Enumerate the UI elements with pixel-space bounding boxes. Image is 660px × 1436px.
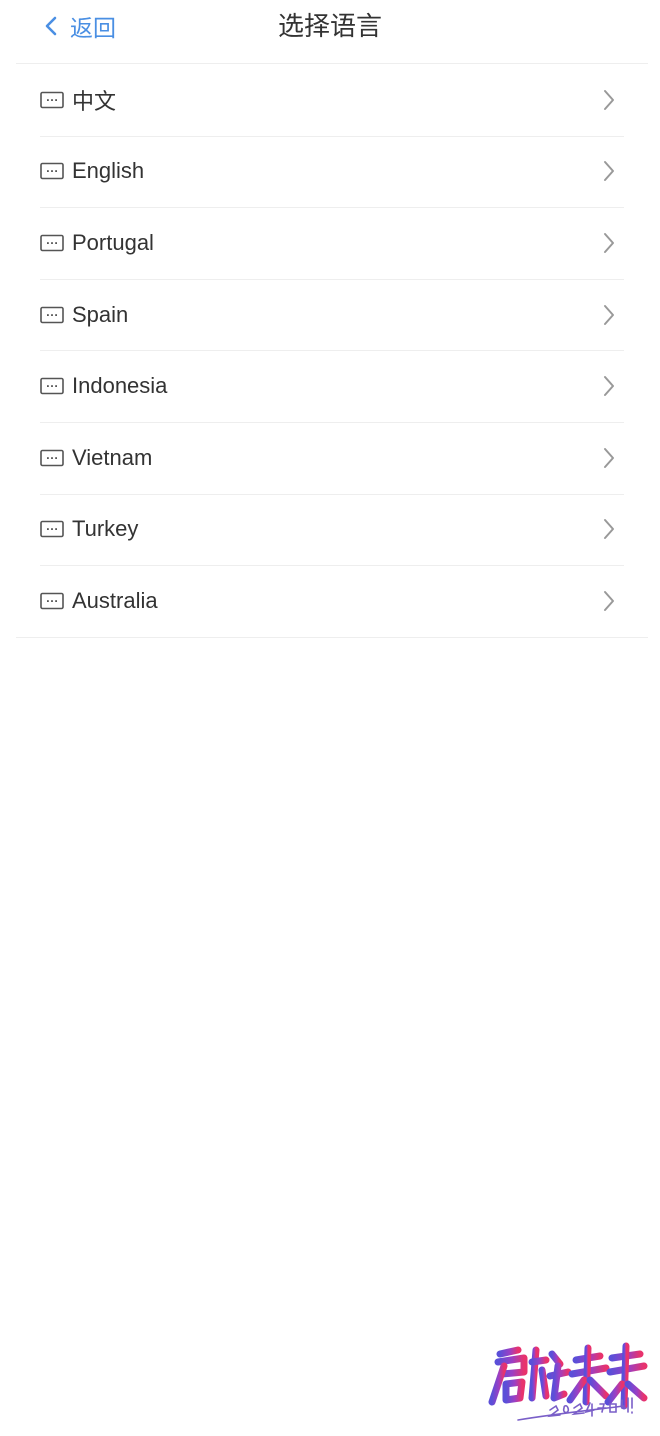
language-item-turkey[interactable]: Turkey	[0, 493, 660, 566]
chevron-right-icon	[602, 517, 616, 541]
keyboard-icon	[40, 91, 64, 109]
page-title: 选择语言	[277, 11, 382, 41]
keyboard-icon	[40, 306, 64, 324]
language-label: Turkey	[72, 516, 139, 542]
language-item-portugal[interactable]: Portugal	[0, 207, 660, 279]
language-item-chinese[interactable]: 中文	[0, 64, 660, 136]
chevron-right-icon	[602, 88, 616, 112]
nav-bar: 返回 选择语言	[0, 0, 660, 64]
keyboard-icon	[40, 377, 64, 395]
language-label: English	[72, 158, 145, 184]
keyboard-icon	[40, 449, 64, 467]
language-label: 中文	[72, 88, 117, 114]
chevron-right-icon	[602, 303, 616, 327]
chevron-right-icon	[602, 374, 616, 398]
language-label: Portugal	[72, 229, 154, 255]
keyboard-icon	[40, 520, 64, 538]
keyboard-icon	[40, 592, 64, 610]
keyboard-icon	[40, 162, 64, 180]
language-label: Indonesia	[72, 373, 168, 399]
language-item-australia[interactable]: Australia	[0, 565, 660, 637]
language-item-indonesia[interactable]: Indonesia	[0, 350, 660, 422]
language-item-english[interactable]: English	[0, 135, 660, 208]
chevron-right-icon	[602, 589, 616, 613]
language-label: Vietnam	[72, 444, 153, 470]
chevron-right-icon	[602, 446, 616, 470]
language-list: 中文 English Portugal Spain Indonesia Viet…	[0, 64, 660, 638]
language-label: Australia	[72, 587, 158, 613]
brand-watermark-logo	[484, 1336, 648, 1428]
language-item-spain[interactable]: Spain	[0, 278, 660, 351]
language-label: Spain	[72, 301, 129, 327]
chevron-right-icon	[602, 231, 616, 255]
chevron-right-icon	[602, 159, 616, 183]
language-item-vietnam[interactable]: Vietnam	[0, 421, 660, 494]
keyboard-icon	[40, 234, 64, 252]
